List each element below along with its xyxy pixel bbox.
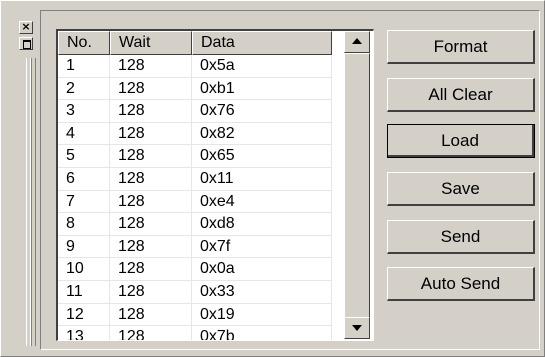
cell-data: 0x82 — [192, 122, 332, 146]
cell-data: 0x0a — [192, 258, 332, 281]
arrow-down-icon — [352, 325, 362, 331]
cell-data: 0x19 — [192, 303, 332, 327]
cell-data: 0x33 — [192, 280, 332, 304]
table-row[interactable]: 9 128 0x7f — [58, 235, 332, 259]
list-rows: 1 128 0x5a 2 128 0xb1 3 128 0x76 4 128 0x82 5 128 0x65… — [58, 55, 332, 340]
cell-data: 0x7f — [192, 235, 332, 259]
cell-no: 11 — [58, 280, 110, 304]
scroll-down-button[interactable] — [344, 317, 370, 339]
table-row[interactable]: 2 128 0xb1 — [58, 77, 332, 101]
cell-no: 9 — [58, 235, 110, 259]
cell-no: 13 — [58, 326, 110, 340]
data-list[interactable]: No. Wait Data 1 128 0x5a 2 128 0xb1 3 128 0x76 4 1… — [56, 29, 374, 341]
load-button[interactable]: Load — [387, 124, 535, 158]
table-row[interactable]: 12 128 0x19 — [58, 303, 332, 327]
scroll-thumb[interactable] — [344, 53, 370, 321]
table-row[interactable]: 10 128 0x0a — [58, 258, 332, 281]
cell-wait: 128 — [110, 303, 192, 327]
cell-data: 0xb1 — [192, 77, 332, 101]
cell-no: 6 — [58, 167, 110, 191]
cell-no: 3 — [58, 100, 110, 123]
cell-wait: 128 — [110, 100, 192, 123]
cell-wait: 128 — [110, 145, 192, 168]
cell-wait: 128 — [110, 258, 192, 281]
cell-no: 1 — [58, 55, 110, 78]
cell-data: 0xe4 — [192, 190, 332, 214]
save-button[interactable]: Save — [387, 172, 535, 206]
dock-grip-line — [30, 58, 36, 346]
cell-data: 0x5a — [192, 55, 332, 78]
cell-no: 7 — [58, 190, 110, 214]
table-row[interactable]: 8 128 0xd8 — [58, 213, 332, 236]
cell-wait: 128 — [110, 167, 192, 191]
table-row[interactable]: 11 128 0x33 — [58, 280, 332, 304]
cell-data: 0x7b — [192, 326, 332, 340]
cell-no: 12 — [58, 303, 110, 327]
column-header-data[interactable]: Data — [192, 31, 332, 55]
cell-no: 10 — [58, 258, 110, 281]
cell-wait: 128 — [110, 77, 192, 101]
cell-no: 4 — [58, 122, 110, 146]
table-row[interactable]: 5 128 0x65 — [58, 145, 332, 168]
cell-data: 0x65 — [192, 145, 332, 168]
column-header-no[interactable]: No. — [58, 31, 110, 55]
column-header-wait[interactable]: Wait — [110, 31, 192, 55]
cell-data: 0x76 — [192, 100, 332, 123]
vertical-scrollbar[interactable] — [344, 31, 370, 339]
close-icon[interactable]: × — [19, 21, 33, 34]
cell-data: 0x11 — [192, 167, 332, 191]
cell-data: 0xd8 — [192, 213, 332, 236]
cell-no: 8 — [58, 213, 110, 236]
cell-no: 2 — [58, 77, 110, 101]
cell-wait: 128 — [110, 190, 192, 214]
table-row[interactable]: 6 128 0x11 — [58, 167, 332, 191]
cell-wait: 128 — [110, 280, 192, 304]
list-header: No. Wait Data — [58, 31, 332, 55]
auto-send-button[interactable]: Auto Send — [387, 267, 535, 301]
table-row[interactable]: 13 128 0x7b — [58, 326, 332, 340]
restore-icon[interactable] — [19, 37, 33, 50]
table-row[interactable]: 4 128 0x82 — [58, 122, 332, 146]
arrow-up-icon — [352, 38, 362, 44]
table-row[interactable]: 7 128 0xe4 — [58, 190, 332, 214]
cell-wait: 128 — [110, 213, 192, 236]
cell-no: 5 — [58, 145, 110, 168]
table-row[interactable]: 1 128 0x5a — [58, 55, 332, 78]
cell-wait: 128 — [110, 55, 192, 78]
format-button[interactable]: Format — [387, 30, 535, 64]
cell-wait: 128 — [110, 326, 192, 340]
scroll-up-button[interactable] — [344, 31, 370, 53]
send-button[interactable]: Send — [387, 220, 535, 254]
cell-wait: 128 — [110, 122, 192, 146]
table-row[interactable]: 3 128 0x76 — [58, 100, 332, 123]
cell-wait: 128 — [110, 235, 192, 259]
all-clear-button[interactable]: All Clear — [387, 78, 535, 112]
